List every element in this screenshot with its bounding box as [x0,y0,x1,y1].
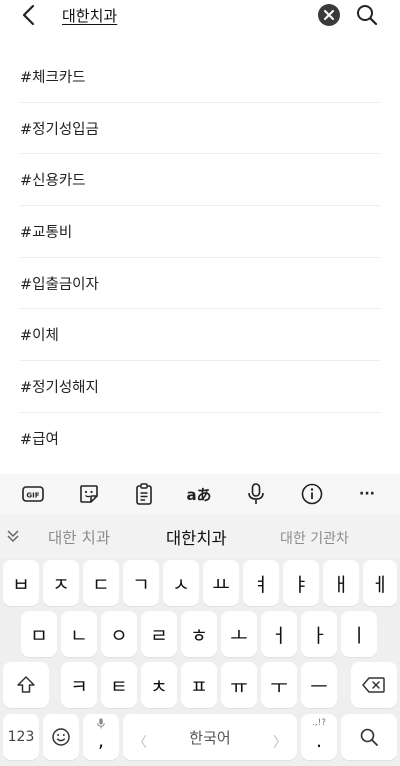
key[interactable]: ㅁ [21,611,57,657]
candidate-word[interactable]: 대한 치과 [48,526,110,548]
chevron-double-down-icon [7,530,19,543]
search-button[interactable] [354,2,380,28]
chevron-left-icon [22,4,35,26]
info-button[interactable] [299,482,325,506]
translate-button[interactable]: aあ [186,482,212,506]
suggestion-item[interactable]: #정기성해지 [20,361,380,413]
key[interactable]: ㅗ [221,611,257,657]
clipboard-button[interactable] [131,482,157,506]
key[interactable]: ㄹ [141,611,177,657]
suggestion-label: #체크카드 [20,69,86,86]
clear-button[interactable] [318,4,340,26]
suggestion-item[interactable]: #이체 [20,309,380,362]
search-icon [357,5,378,26]
suggestion-item[interactable]: #입출금이자 [20,258,380,310]
back-button[interactable] [16,2,40,28]
korean-keyboard: ㅂ ㅈ ㄷ ㄱ ㅅ ㅛ ㅕ ㅑ ㅐ ㅔ ㅁ ㄴ ㅇ ㄹ ㅎ ㅗ ㅓ ㅏ ㅣ ㅋ … [0,558,400,766]
suggestion-item[interactable]: #체크카드 [20,51,380,103]
gif-button[interactable]: GIF [20,482,46,506]
key[interactable]: ㅡ [301,662,337,708]
space-label: 한국어 [189,728,231,747]
key[interactable]: ㅐ [323,560,359,606]
collapse-candidates-button[interactable] [4,526,22,546]
sticker-icon [80,485,98,503]
clipboard-icon [136,483,152,505]
period-sub-label: .,!? [311,718,327,728]
period-key[interactable]: .,!? . [301,714,337,760]
key[interactable]: ㅓ [261,611,297,657]
hashtag-suggestion-list: #체크카드 #정기성입금 #신용카드 #교통비 #입출금이자 #이체 #정기성해… [20,51,380,465]
more-button[interactable]: ··· [354,482,380,506]
key[interactable]: ㅋ [61,662,97,708]
microphone-icon [248,483,264,504]
key[interactable]: ㅛ [203,560,239,606]
svg-text:GIF: GIF [26,492,39,500]
key[interactable]: ㄴ [61,611,97,657]
key[interactable]: ㅕ [243,560,279,606]
suggestion-item[interactable]: #신용카드 [20,154,380,207]
search-icon [360,728,378,746]
period-label: . [315,730,323,752]
candidate-word-primary[interactable]: 대한치과 [166,525,227,549]
key[interactable]: ㅣ [341,611,377,657]
backspace-key[interactable] [351,662,397,708]
microphone-icon [97,718,105,729]
suggestion-label: #이체 [20,328,59,345]
gif-icon: GIF [22,486,44,502]
info-icon [301,483,323,505]
key[interactable]: ㅂ [3,560,39,606]
suggestion-item[interactable]: #정기성입금 [20,103,380,155]
suggestion-label: #입출금이자 [20,276,99,293]
voice-input-button[interactable] [243,482,269,506]
backspace-icon [362,677,385,693]
key[interactable]: ㅅ [163,560,199,606]
space-key[interactable]: 〈 한국어 〉 [123,714,297,760]
search-key[interactable] [341,714,397,760]
numbers-key[interactable]: 123 [3,714,39,760]
key[interactable]: ㅔ [363,560,397,606]
emoji-icon [52,728,70,746]
suggestion-item[interactable]: #교통비 [20,206,380,258]
key[interactable]: ㅑ [283,560,319,606]
shift-icon [17,676,35,693]
sticker-button[interactable] [76,482,102,506]
candidate-bar: 대한 치과 대한치과 대한 기관차 [0,514,400,558]
key[interactable]: ㅇ [101,611,137,657]
comma-label: , [97,730,105,752]
key[interactable]: ㄷ [83,560,119,606]
suggestion-label: #정기성입금 [20,121,99,138]
key[interactable]: ㅜ [261,662,297,708]
keyboard-toolbar: GIF aあ ··· [0,474,400,514]
suggestion-label: #급여 [20,432,59,449]
key[interactable]: ㅏ [301,611,337,657]
key[interactable]: ㅈ [43,560,79,606]
chevron-right-icon: 〉 [273,735,287,751]
close-icon [324,10,334,20]
comma-key[interactable]: , [83,714,119,760]
key[interactable]: ㄱ [123,560,159,606]
suggestion-label: #교통비 [20,224,73,241]
candidate-word[interactable]: 대한 기관차 [280,528,349,548]
emoji-key[interactable] [43,714,79,760]
key[interactable]: ㅎ [181,611,217,657]
search-input[interactable]: 대한치과 [62,5,117,26]
key[interactable]: ㅠ [221,662,257,708]
shift-key[interactable] [3,662,49,708]
suggestion-label: #신용카드 [20,173,86,190]
key[interactable]: ㅊ [141,662,177,708]
chevron-left-icon: 〈 [133,735,147,751]
suggestion-item[interactable]: #급여 [20,413,380,465]
search-header: 대한치과 [0,0,400,30]
suggestion-label: #정기성해지 [20,379,99,396]
key[interactable]: ㅍ [181,662,217,708]
key[interactable]: ㅌ [101,662,137,708]
